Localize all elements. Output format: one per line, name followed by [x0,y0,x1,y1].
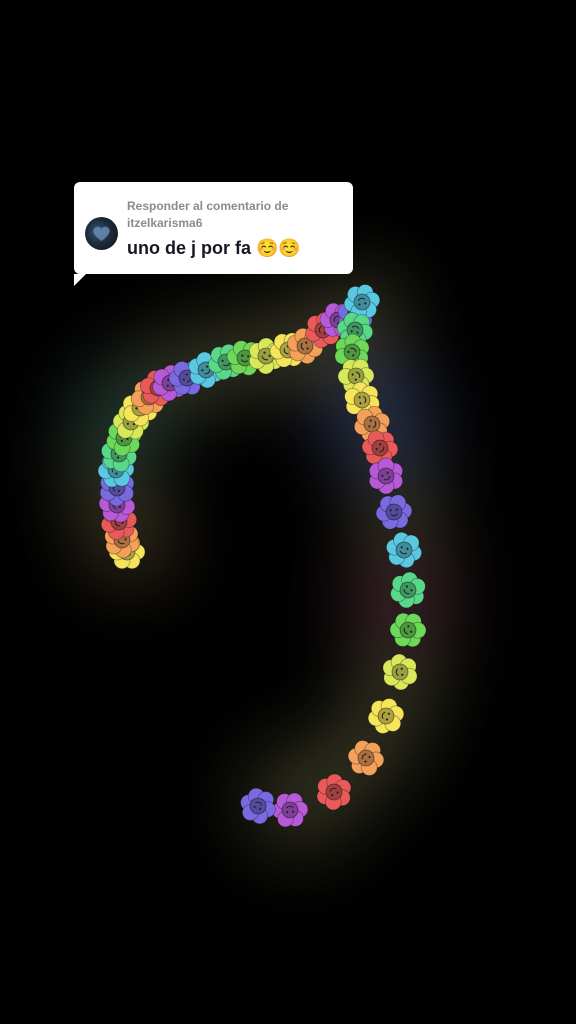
avatar[interactable] [85,217,118,250]
flower-letter-j [97,284,427,828]
reply-card-tail [74,274,86,286]
flower [367,698,405,734]
flower [316,773,352,811]
reply-comment-text: uno de j por fa ☺️☺️ [127,238,301,258]
heart-icon [93,226,110,242]
reply-header: Responder al comentario de itzelkarisma6 [127,198,342,232]
reply-comment-card[interactable]: Responder al comentario de itzelkarisma6… [74,182,353,286]
flower [382,653,418,691]
flower [347,740,385,776]
flower [375,494,413,530]
reply-prefix: Responder al comentario de [127,199,289,213]
flower [389,612,427,648]
flower [385,531,423,569]
flower [240,787,276,825]
flower [390,571,426,609]
video-frame[interactable]: Responder al comentario de itzelkarisma6… [0,0,576,1024]
flower [271,792,309,828]
reply-username[interactable]: itzelkarisma6 [127,215,342,232]
